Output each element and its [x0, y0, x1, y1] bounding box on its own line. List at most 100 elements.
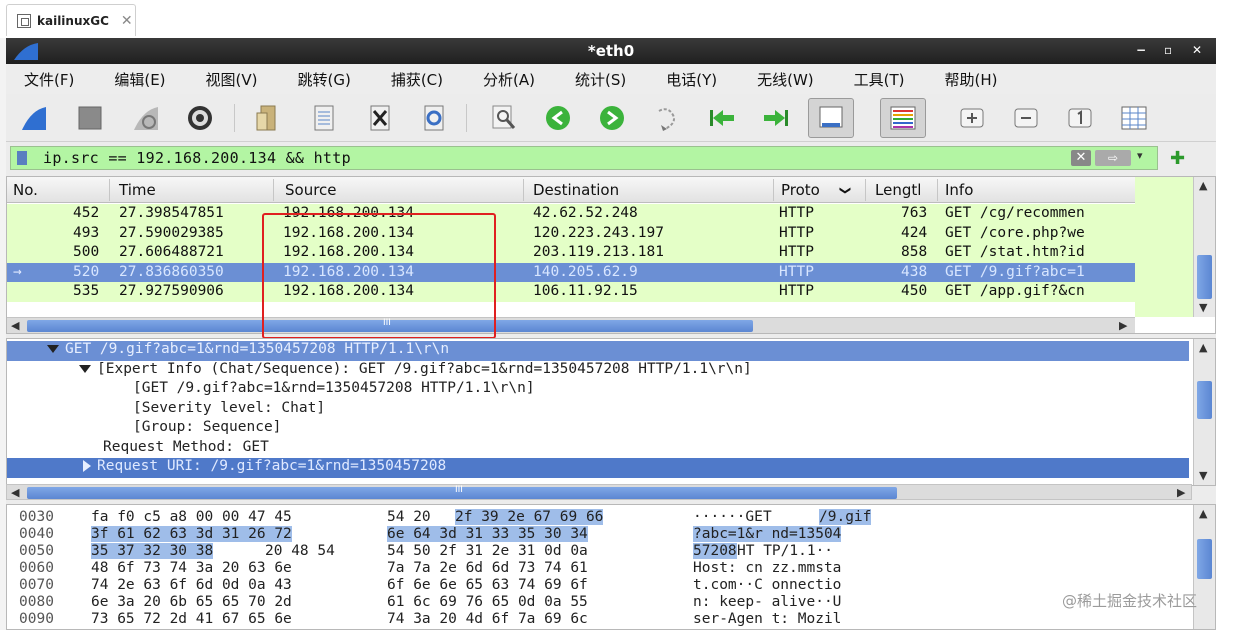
normal-size-icon[interactable] — [1062, 100, 1098, 136]
col-length[interactable]: Lengtl — [875, 181, 921, 199]
hex-row[interactable]: 0060 48 6f 73 74 3a 20 63 6e 7a 7a 2e 6d… — [7, 560, 1187, 577]
go-to-packet-icon[interactable] — [650, 100, 686, 136]
detail-line-group[interactable]: [Group: Sequence] — [7, 419, 1189, 439]
collapsed-triangle-icon[interactable] — [83, 460, 91, 472]
menu-help[interactable]: 帮助(H) — [945, 69, 998, 90]
filter-text[interactable]: ip.src == 192.168.200.134 && http — [43, 149, 351, 167]
scroll-up-icon[interactable]: ▲ — [1199, 507, 1207, 520]
clear-filter-icon[interactable]: ✕ — [1071, 150, 1091, 166]
menu-edit[interactable]: 编辑(E) — [114, 69, 165, 90]
close-file-icon[interactable] — [362, 100, 398, 136]
zoom-out-icon[interactable] — [1008, 100, 1044, 136]
colorize-icon[interactable] — [880, 98, 926, 138]
expanded-triangle-icon[interactable] — [47, 345, 59, 353]
scroll-right-icon[interactable]: ▶ — [1119, 319, 1127, 332]
options-gear-icon[interactable] — [182, 100, 218, 136]
hex-row[interactable]: 0030 fa f0 c5 a8 00 00 47 45 54 20 2f 39… — [7, 509, 1187, 526]
hex-row[interactable]: 0040 3f 61 62 63 3d 31 26 72 6e 64 3d 31… — [7, 526, 1187, 543]
vscroll-thumb[interactable] — [1197, 255, 1212, 299]
packet-list-pane: No. Time Source Destination Proto ❯ Leng… — [6, 176, 1216, 334]
wireshark-window: *eth0 − ▫ ✕ 文件(F) 编辑(E) 视图(V) 跳转(G) 捕获(C… — [6, 38, 1216, 630]
save-file-icon[interactable] — [306, 100, 342, 136]
details-vscrollbar[interactable]: ▲ ▼ — [1193, 339, 1215, 485]
stop-icon[interactable] — [72, 100, 108, 136]
tab-title: kailinuxGC — [37, 13, 109, 28]
menu-bar: 文件(F) 编辑(E) 视图(V) 跳转(G) 捕获(C) 分析(A) 统计(S… — [6, 64, 1216, 94]
hscroll-thumb[interactable]: III — [27, 485, 897, 499]
vscroll-thumb[interactable] — [1197, 539, 1212, 579]
last-packet-icon[interactable] — [758, 100, 794, 136]
vscroll-thumb[interactable] — [1197, 381, 1212, 419]
scroll-grip: III — [455, 485, 463, 495]
menu-view[interactable]: 视图(V) — [206, 69, 258, 90]
minimize-icon[interactable]: − — [1136, 43, 1146, 57]
detail-line-expert-info[interactable]: [Expert Info (Chat/Sequence): GET /9.gif… — [7, 361, 1189, 381]
scroll-up-icon[interactable]: ▲ — [1199, 179, 1207, 192]
packet-row-selected[interactable]: → 520 27.836860350 192.168.200.134 140.2… — [7, 262, 1135, 282]
menu-tools[interactable]: 工具(T) — [854, 69, 905, 90]
sort-chevron-icon[interactable]: ❯ — [839, 186, 852, 195]
menu-wireless[interactable]: 无线(W) — [757, 69, 814, 90]
reload-icon[interactable] — [416, 100, 452, 136]
apply-filter-icon[interactable]: ⇨ — [1095, 150, 1131, 166]
packet-list-hscrollbar[interactable]: ◀ III ▶ — [7, 317, 1135, 333]
find-icon[interactable] — [486, 100, 522, 136]
col-source[interactable]: Source — [285, 181, 337, 199]
packet-list-header: No. Time Source Destination Proto ❯ Leng… — [7, 177, 1135, 203]
detail-line-expert-get[interactable]: [GET /9.gif?abc=1&rnd=1350457208 HTTP/1.… — [7, 380, 1189, 400]
menu-go[interactable]: 跳转(G) — [298, 69, 351, 90]
menu-statistics[interactable]: 统计(S) — [575, 69, 626, 90]
bookmark-icon[interactable] — [17, 151, 27, 165]
restart-icon[interactable] — [128, 100, 164, 136]
menu-capture[interactable]: 捕获(C) — [391, 69, 443, 90]
add-expression-icon[interactable]: ✚ — [1170, 148, 1185, 169]
resize-columns-icon[interactable] — [1116, 100, 1152, 136]
display-filter-input[interactable]: ip.src == 192.168.200.134 && http ✕ ⇨ ▾ — [10, 146, 1158, 170]
scroll-down-icon[interactable]: ▼ — [1199, 301, 1207, 314]
hex-row[interactable]: 0080 6e 3a 20 6b 65 65 70 2d 61 6c 69 76… — [7, 594, 1187, 611]
browser-tab[interactable]: kailinuxGC ✕ — [6, 4, 136, 36]
open-file-icon[interactable] — [250, 100, 286, 136]
hex-row[interactable]: 0070 74 2e 63 6f 6d 0d 0a 43 6f 6e 6e 65… — [7, 577, 1187, 594]
detail-line-uri[interactable]: Request URI: /9.gif?abc=1&rnd=1350457208 — [7, 458, 1189, 478]
autoscroll-icon[interactable] — [808, 98, 854, 138]
go-forward-icon[interactable] — [594, 100, 630, 136]
expanded-triangle-icon[interactable] — [79, 364, 91, 373]
menu-file[interactable]: 文件(F) — [24, 69, 74, 90]
col-time[interactable]: Time — [119, 181, 156, 199]
packet-list-side-area — [1135, 177, 1193, 317]
packet-row[interactable]: 452 27.398547851 192.168.200.134 42.62.5… — [7, 204, 1135, 224]
scroll-up-icon[interactable]: ▲ — [1199, 341, 1207, 354]
scroll-left-icon[interactable]: ◀ — [11, 486, 19, 499]
close-window-icon[interactable]: ✕ — [1192, 43, 1202, 57]
details-hscrollbar[interactable]: ◀ III ▶ — [6, 484, 1192, 500]
shark-start-icon[interactable] — [16, 100, 52, 136]
menu-telephony[interactable]: 电话(Y) — [666, 69, 717, 90]
detail-line-severity[interactable]: [Severity level: Chat] — [7, 400, 1189, 420]
filter-history-dropdown-icon[interactable]: ▾ — [1137, 149, 1143, 162]
col-destination[interactable]: Destination — [533, 181, 619, 199]
col-protocol[interactable]: Proto — [781, 181, 820, 199]
main-toolbar — [6, 94, 1216, 142]
menu-analyze[interactable]: 分析(A) — [483, 69, 535, 90]
hex-row[interactable]: 0090 73 65 72 2d 41 67 65 6e 74 3a 20 4d… — [7, 611, 1187, 628]
scroll-left-icon[interactable]: ◀ — [11, 319, 19, 332]
zoom-in-icon[interactable] — [954, 100, 990, 136]
hex-row[interactable]: 0050 35 37 32 30 38 20 48 54 54 50 2f 31… — [7, 543, 1187, 560]
first-packet-icon[interactable] — [704, 100, 740, 136]
scroll-down-icon[interactable]: ▼ — [1199, 469, 1207, 482]
maximize-icon[interactable]: ▫ — [1164, 43, 1172, 57]
scroll-right-icon[interactable]: ▶ — [1177, 486, 1185, 499]
packet-details-pane: GET /9.gif?abc=1&rnd=1350457208 HTTP/1.1… — [6, 338, 1216, 486]
packet-row[interactable]: 500 27.606488721 192.168.200.134 203.119… — [7, 243, 1135, 263]
col-no[interactable]: No. — [13, 181, 38, 199]
window-title: *eth0 — [587, 42, 635, 60]
go-back-icon[interactable] — [540, 100, 576, 136]
tab-close-icon[interactable]: ✕ — [121, 13, 133, 29]
packet-row[interactable]: 535 27.927590906 192.168.200.134 106.11.… — [7, 282, 1135, 302]
packet-list-vscrollbar[interactable]: ▲ ▼ — [1193, 177, 1215, 317]
detail-line-method[interactable]: Request Method: GET — [7, 439, 1189, 459]
detail-line-request[interactable]: GET /9.gif?abc=1&rnd=1350457208 HTTP/1.1… — [7, 341, 1189, 361]
col-info[interactable]: Info — [945, 181, 973, 199]
packet-row[interactable]: 493 27.590029385 192.168.200.134 120.223… — [7, 223, 1135, 243]
